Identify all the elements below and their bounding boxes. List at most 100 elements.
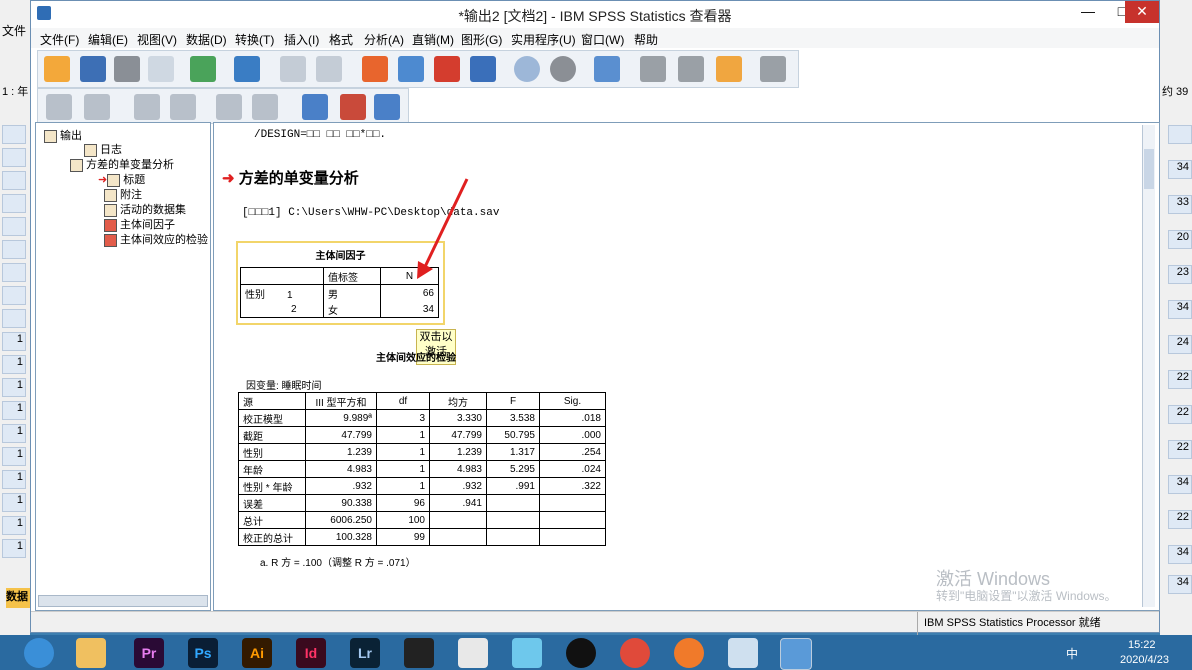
export-icon[interactable] [190, 56, 216, 82]
col-value-label: 值标签 [323, 267, 381, 285]
expand-plus-icon[interactable] [134, 94, 160, 120]
app-icon[interactable] [512, 638, 542, 668]
video-editor-icon[interactable] [404, 638, 434, 668]
close-button[interactable]: ✕ [1125, 1, 1159, 23]
split-file-icon[interactable] [550, 56, 576, 82]
menu-graphs[interactable]: 图形(G) [461, 31, 502, 48]
menu-insert[interactable]: 插入(I) [284, 31, 319, 48]
table-row: 性别 1.239 1 1.239 1.317.254 [238, 443, 606, 461]
red-arrow-icon: ➜ [222, 170, 235, 187]
use-sets-icon[interactable] [716, 56, 742, 82]
tree-node-log[interactable]: 日志 [84, 141, 122, 157]
qq-icon[interactable] [566, 638, 596, 668]
tree-horizontal-scrollbar[interactable] [38, 595, 208, 607]
collapse-minus-icon[interactable] [170, 94, 196, 120]
menu-help[interactable]: 帮助 [634, 31, 658, 48]
hide-icon[interactable] [252, 94, 278, 120]
tree-node-univariate[interactable]: 方差的单变量分析 [70, 156, 174, 172]
table-footnote: a. R 方 = .100（调整 R 方 = .071） [260, 558, 416, 569]
table-row: 误差 90.338 96.941 [238, 494, 606, 512]
minimize-button[interactable]: — [1071, 1, 1105, 23]
viewer-vertical-scrollbar[interactable] [1142, 125, 1155, 607]
menu-edit[interactable]: 编辑(E) [88, 31, 128, 48]
photoshop-icon[interactable]: Ps [188, 638, 218, 668]
browser-icon[interactable] [674, 638, 704, 668]
notes-icon [104, 188, 117, 202]
window-title: *输出2 [文档2] - IBM SPSS Statistics 查看器 [458, 8, 732, 24]
bg-menu-label: 文件 [2, 24, 27, 38]
save-icon[interactable] [80, 56, 106, 82]
table-row: 性别 1 男 66 [240, 284, 439, 301]
menu-data[interactable]: 数据(D) [186, 31, 227, 48]
promote-arrow-icon[interactable] [46, 94, 72, 120]
menu-analyze[interactable]: 分析(A) [364, 31, 404, 48]
tree-node-effects[interactable]: 主体间效应的检验 [104, 231, 208, 247]
bg-tab[interactable]: 数据 [6, 588, 30, 608]
table-row: 2 女 34 [240, 301, 439, 318]
undo-icon[interactable] [280, 56, 306, 82]
demote-arrow-icon[interactable] [84, 94, 110, 120]
activation-watermark-text: 转到"电脑设置"以激活 Windows。 [936, 589, 1117, 603]
file-explorer-icon[interactable] [76, 638, 106, 668]
table-row: 年龄 4.983 1 4.983 5.295.024 [238, 460, 606, 478]
app-icon[interactable] [458, 638, 488, 668]
goto-data-icon[interactable] [234, 56, 260, 82]
menu-utilities[interactable]: 实用程序(U) [511, 31, 576, 48]
menu-file[interactable]: 文件(F) [40, 31, 79, 48]
illustrator-icon[interactable]: Ai [242, 638, 272, 668]
tree-node-factors[interactable]: 主体间因子 [104, 216, 175, 232]
start-button-icon[interactable] [24, 638, 54, 668]
background-data-editor: 文件 1 : 年 111 111 111 1 数据 [0, 0, 30, 635]
designate-window-icon[interactable] [470, 56, 496, 82]
indesign-icon[interactable]: Id [296, 638, 326, 668]
output-book-icon [44, 129, 57, 143]
select-cases-icon[interactable] [514, 56, 540, 82]
weight-cases-icon[interactable] [594, 56, 620, 82]
section-heading[interactable]: ➜ 方差的单变量分析 [222, 167, 359, 188]
app-icon[interactable] [728, 638, 758, 668]
print-preview-icon[interactable] [148, 56, 174, 82]
toolbar-outline [37, 88, 409, 124]
spelling-icon[interactable] [760, 56, 786, 82]
title-icon [107, 173, 121, 187]
table-icon [104, 233, 117, 247]
effects-table-title: 主体间效应的检验 [376, 353, 456, 364]
tree-node-title[interactable]: ➜ 标题 [98, 171, 145, 187]
variables-icon[interactable] [434, 56, 460, 82]
tree-node-notes[interactable]: 附注 [104, 186, 142, 202]
menu-transform[interactable]: 转换(T) [235, 31, 274, 48]
insert-heading-icon[interactable] [302, 94, 328, 120]
menu-view[interactable]: 视图(V) [137, 31, 177, 48]
menu-bar: 文件(F) 编辑(E) 视图(V) 数据(D) 转换(T) 插入(I) 格式 分… [31, 28, 1159, 48]
tree-node-dataset[interactable]: 活动的数据集 [104, 201, 186, 217]
menu-window[interactable]: 窗口(W) [581, 31, 624, 48]
lightroom-icon[interactable]: Lr [350, 638, 380, 668]
print-icon[interactable] [114, 56, 140, 82]
tree-node-output[interactable]: 输出 [44, 127, 82, 143]
goto-case-icon[interactable] [362, 56, 388, 82]
scrollbar-thumb[interactable] [1144, 149, 1154, 189]
table-header: 源 III 型平方和 df 均方 F Sig. [238, 392, 606, 410]
status-bar: IBM SPSS Statistics Processor 就绪 [31, 611, 1159, 636]
effects-table[interactable]: 源 III 型平方和 df 均方 F Sig. 校正模型 9.989ª 3 3.330… [238, 392, 606, 546]
background-data-editor-right: 约 39 34 33 20 23 34 24 22 22 22 34 22 34 34 [1160, 0, 1192, 635]
show-all-icon[interactable] [640, 56, 666, 82]
menu-format[interactable]: 格式 [329, 31, 353, 48]
value-labels-icon[interactable] [678, 56, 704, 82]
menu-direct-marketing[interactable]: 直销(M) [412, 31, 454, 48]
ime-indicator[interactable]: 中 [1066, 645, 1078, 662]
open-folder-icon[interactable] [44, 56, 70, 82]
table-row: 总计 6006.250 100 [238, 511, 606, 529]
table-row: 性别 * 年龄 .932 1.932.991.322 [238, 477, 606, 495]
syntax-line: /DESIGN=□□ □□ □□*□□. [254, 129, 387, 141]
goto-variable-icon[interactable] [398, 56, 424, 82]
chrome-icon[interactable] [620, 638, 650, 668]
premiere-icon[interactable]: Pr [134, 638, 164, 668]
show-icon[interactable] [216, 94, 242, 120]
insert-title-icon[interactable] [340, 94, 366, 120]
table-row: 校正模型 9.989ª 3 3.330 3.538.018 [238, 409, 606, 427]
spss-taskbar-icon[interactable] [780, 638, 812, 670]
redo-icon[interactable] [316, 56, 342, 82]
log-icon [84, 143, 97, 157]
insert-text-icon[interactable] [374, 94, 400, 120]
